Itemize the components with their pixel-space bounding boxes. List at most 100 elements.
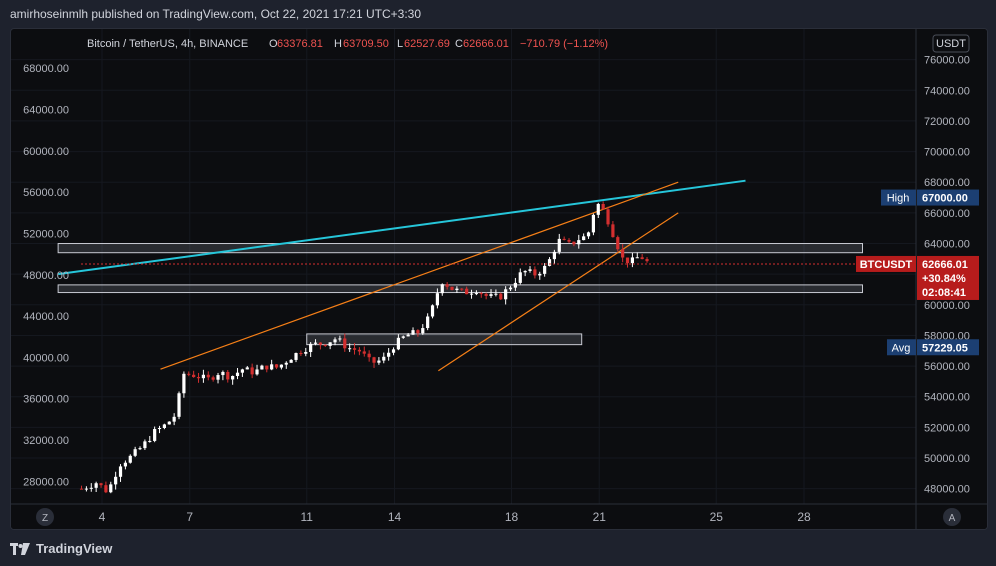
candle-up (528, 266, 532, 273)
candle-body (586, 232, 591, 237)
candle-body (352, 348, 357, 350)
candle-body (133, 449, 137, 456)
avg-label-text: Avg (892, 342, 911, 354)
candle-body (450, 286, 454, 291)
legend-l-label: L (397, 38, 403, 50)
legend-h-value: 63709.50 (343, 38, 389, 50)
candle-body (426, 316, 430, 329)
current-price-label: BTCUSDT 62666.01 +30.84% 02:08:41 (856, 255, 979, 300)
candle-up (279, 364, 283, 370)
candle-up (387, 348, 391, 361)
footer (0, 530, 996, 566)
zone-rect (57, 243, 863, 254)
left-axis-tick-label: 68000.00 (23, 63, 69, 75)
avg-value-text: 57229.05 (922, 342, 968, 354)
candle-body (601, 203, 605, 210)
candle-body (94, 483, 98, 488)
candle-up (430, 304, 435, 319)
candle-body (557, 238, 561, 252)
candle-body (118, 466, 123, 477)
candle-down (265, 365, 269, 373)
candle-up (148, 435, 152, 443)
left-axis-tick-label: 32000.00 (23, 435, 69, 447)
right-axis-tick-label: 60000.00 (924, 300, 970, 312)
tradingview-logo-icon (10, 542, 30, 555)
tradingview-logo[interactable]: TradingView (10, 541, 112, 556)
candle-down (606, 206, 610, 227)
candle-body (250, 367, 254, 375)
time-axis-tick-label: 7 (186, 510, 193, 524)
candle-body (543, 265, 547, 274)
candle-up (270, 359, 274, 371)
published-text: amirhoseinmlh published on TradingView.c… (10, 7, 422, 21)
candle-body (265, 365, 269, 370)
legend-change: −710.79 (−1.12%) (520, 38, 608, 50)
candle-up (114, 471, 118, 490)
left-axis-tick-label: 56000.00 (23, 187, 69, 199)
candle-body (231, 375, 235, 380)
candle-down (611, 221, 615, 238)
right-axis-tick-label: 54000.00 (924, 392, 970, 404)
candle-down (567, 238, 571, 244)
candle-body (235, 372, 240, 376)
currency-badge[interactable]: USDT (932, 34, 970, 53)
high-label-text: High (887, 193, 910, 205)
candle-body (279, 364, 283, 368)
candle-down (533, 266, 537, 279)
candle-up (260, 364, 264, 370)
candle-body (196, 377, 201, 379)
candle-body (499, 293, 503, 300)
candle-body (313, 342, 318, 344)
candle-down (357, 347, 361, 356)
candle-body (606, 209, 610, 225)
candle-body (123, 462, 127, 467)
candle-up (89, 483, 93, 492)
candle-body (328, 342, 332, 346)
candle-up (538, 271, 542, 280)
legend-c-value: 62666.01 (463, 38, 509, 50)
candle-body (318, 342, 322, 345)
candle-down (274, 364, 279, 370)
candle-up (523, 270, 527, 277)
candle-body (494, 293, 498, 295)
publish-header: amirhoseinmlh published on TradingView.c… (0, 0, 996, 28)
chart-panel[interactable]: Bitcoin / TetherUS, 4h, BINANCE O 63376.… (10, 28, 988, 530)
time-axis-tick-label: 14 (388, 510, 402, 524)
candle-up (182, 371, 186, 398)
candle-up (201, 369, 205, 383)
candle-body (299, 353, 303, 355)
candle-body (157, 428, 162, 430)
candle-up (426, 313, 430, 331)
candle-body (596, 203, 600, 215)
candle-body (577, 240, 581, 245)
right-axis-tick-label: 50000.00 (924, 453, 970, 465)
candle-body (153, 429, 157, 441)
candle-down (192, 370, 196, 378)
candle-up (231, 375, 235, 385)
candle-body (294, 353, 298, 360)
candle-up (377, 357, 381, 365)
time-axis-tick-label: 25 (710, 510, 724, 524)
candle-up (177, 391, 181, 420)
candle-body (611, 224, 615, 238)
candle-body (338, 338, 342, 340)
candle-body (630, 257, 634, 264)
candle-body (255, 369, 259, 375)
legend-o-value: 63376.81 (277, 38, 323, 50)
time-axis-tick-label: 18 (505, 510, 519, 524)
candle-down (323, 344, 327, 347)
candle-body (192, 374, 196, 378)
auto-scale-button[interactable]: A (943, 508, 961, 526)
candle-down (616, 235, 620, 252)
timezone-button[interactable]: Z (36, 508, 54, 526)
time-axis-tick-label: 4 (99, 510, 106, 524)
legend-h-label: H (334, 38, 342, 50)
candle-body (148, 440, 152, 442)
current-countdown-text: 02:08:41 (922, 287, 966, 299)
candle-down (299, 350, 303, 356)
right-axis-tick-label: 74000.00 (924, 85, 970, 97)
candle-up (382, 352, 386, 364)
candle-up (94, 481, 98, 493)
price-chart[interactable]: Bitcoin / TetherUS, 4h, BINANCE O 63376.… (11, 29, 988, 530)
candle-body (284, 362, 288, 365)
